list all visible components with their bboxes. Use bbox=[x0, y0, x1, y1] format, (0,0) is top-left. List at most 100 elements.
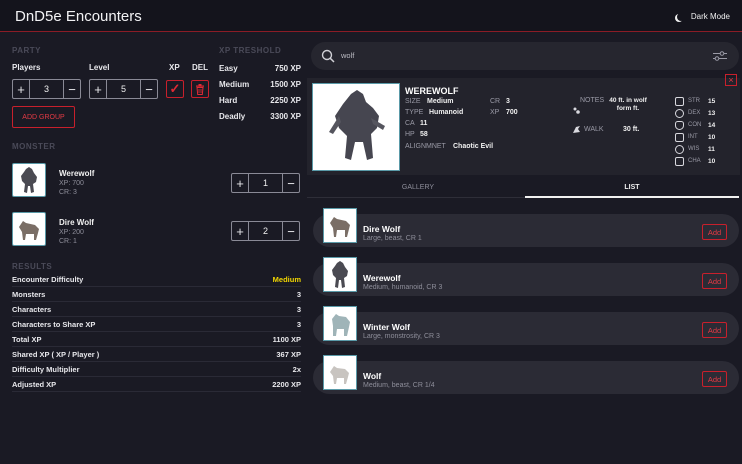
notes-value: 40 ft. in wolf form ft. bbox=[609, 97, 647, 112]
plus-icon[interactable]: + bbox=[13, 80, 29, 98]
add-button[interactable]: Add bbox=[702, 224, 727, 240]
cr-value: 3 bbox=[506, 98, 510, 105]
result-row: Encounter Difficulty Medium bbox=[12, 272, 301, 287]
dark-mode-label: Dark Mode bbox=[690, 12, 730, 21]
intelligence-icon bbox=[675, 133, 684, 142]
monster-detail-card: × WEREWOLF SIZE Medium TYPE Humanoid CA … bbox=[307, 74, 740, 175]
constitution-icon bbox=[675, 121, 684, 130]
werewolf-image bbox=[332, 261, 348, 288]
result-row: Total XP 1100 XP bbox=[12, 332, 301, 347]
walk-value: 30 ft. bbox=[623, 126, 640, 133]
add-button[interactable]: Add bbox=[702, 371, 727, 387]
result-row: Monsters 3 bbox=[12, 287, 301, 302]
tab-list[interactable]: LIST bbox=[525, 184, 739, 191]
stat-label: CON bbox=[688, 122, 702, 128]
xp-threshold-row: Medium 1500 XP bbox=[219, 80, 301, 89]
delete-button[interactable] bbox=[191, 80, 209, 98]
strength-icon bbox=[675, 97, 684, 106]
party-heading: PARTY bbox=[12, 46, 42, 55]
xp-threshold-heading: XP TRESHOLD bbox=[219, 46, 282, 55]
cr-label: CR bbox=[490, 98, 501, 105]
winter-wolf-thumbnail bbox=[323, 306, 357, 341]
plus-icon[interactable]: + bbox=[90, 80, 106, 98]
tab-divider bbox=[307, 197, 525, 198]
list-item[interactable]: Werewolf Medium, humanoid, CR 3 Add bbox=[313, 257, 739, 296]
werewolf-portrait bbox=[312, 83, 400, 171]
difficulty-value: Medium bbox=[272, 274, 301, 284]
count-value[interactable]: 1 bbox=[248, 174, 283, 192]
dark-mode-toggle[interactable]: Dark Mode bbox=[677, 12, 730, 21]
minus-icon[interactable]: − bbox=[64, 80, 80, 98]
plus-icon[interactable]: + bbox=[232, 222, 248, 240]
detail-name: WEREWOLF bbox=[405, 86, 459, 96]
results-heading: RESULTS bbox=[12, 262, 53, 271]
search-input[interactable]: wolf bbox=[341, 51, 354, 60]
footprint-icon bbox=[573, 107, 580, 114]
xp-checkbox[interactable]: ✓ bbox=[166, 80, 184, 98]
charisma-icon bbox=[675, 157, 684, 166]
size-label: SIZE bbox=[405, 98, 421, 105]
minus-icon[interactable]: − bbox=[283, 222, 299, 240]
list-item[interactable]: Winter Wolf Large, monstrosity, CR 3 Add bbox=[313, 306, 739, 345]
monster-cr: CR: 3 bbox=[59, 189, 77, 196]
minus-icon[interactable]: − bbox=[283, 174, 299, 192]
result-row: Difficulty Multiplier 2x bbox=[12, 362, 301, 377]
add-button[interactable]: Add bbox=[702, 273, 727, 289]
monster-xp: XP: 700 bbox=[59, 180, 84, 187]
add-button[interactable]: Add bbox=[702, 322, 727, 338]
winter-wolf-image bbox=[332, 314, 350, 336]
monster-name: Werewolf bbox=[59, 169, 95, 178]
level-value[interactable]: 5 bbox=[106, 80, 141, 98]
xp-threshold-row: Easy 750 XP bbox=[219, 64, 301, 73]
list-item-sub: Large, beast, CR 1 bbox=[363, 235, 422, 242]
hp-value: 58 bbox=[420, 131, 428, 138]
stat-value: 13 bbox=[708, 110, 716, 117]
minus-icon[interactable]: − bbox=[141, 80, 157, 98]
werewolf-thumbnail bbox=[12, 163, 46, 197]
count-value[interactable]: 2 bbox=[248, 222, 283, 240]
alignment-label: ALIGNMNET bbox=[405, 143, 446, 150]
wolf-image bbox=[330, 366, 349, 384]
size-value: Medium bbox=[427, 98, 454, 105]
walk-label: WALK bbox=[584, 126, 604, 133]
list-item-name: Werewolf bbox=[363, 273, 401, 283]
trash-icon bbox=[196, 83, 204, 95]
stat-label: WIS bbox=[688, 146, 700, 152]
stat-label: CHA bbox=[688, 158, 701, 164]
plus-icon[interactable]: + bbox=[232, 174, 248, 192]
dire-wolf-count-stepper[interactable]: + 2 − bbox=[231, 221, 300, 241]
filter-sliders-icon[interactable] bbox=[713, 51, 727, 61]
list-item-name: Dire Wolf bbox=[363, 224, 401, 234]
werewolf-image bbox=[329, 90, 385, 160]
stat-label: STR bbox=[688, 98, 700, 104]
monster-heading: MONSTER bbox=[12, 142, 56, 151]
xp-value: 700 bbox=[506, 109, 518, 116]
ca-value: 11 bbox=[420, 120, 428, 127]
monster-cr: CR: 1 bbox=[59, 238, 77, 245]
players-stepper[interactable]: + 3 − bbox=[12, 79, 81, 99]
xp-label: XP bbox=[490, 109, 500, 116]
add-group-button[interactable]: ADD GROUP bbox=[12, 106, 75, 128]
xp-threshold-row: Hard 2250 XP bbox=[219, 96, 301, 105]
close-icon[interactable]: × bbox=[725, 74, 737, 86]
monster-name: Dire Wolf bbox=[59, 218, 94, 227]
active-tab-indicator bbox=[525, 196, 739, 198]
tab-gallery[interactable]: GALLERY bbox=[307, 184, 529, 191]
list-item-name: Winter Wolf bbox=[363, 322, 410, 332]
alignment-value: Chaotic Evil bbox=[453, 143, 494, 150]
result-row: Characters to Share XP 3 bbox=[12, 317, 301, 332]
stat-value: 15 bbox=[708, 98, 716, 105]
dire-wolf-image bbox=[19, 221, 39, 240]
level-label: Level bbox=[89, 63, 110, 72]
stat-value: 11 bbox=[708, 146, 715, 153]
check-icon: ✓ bbox=[169, 81, 181, 96]
xp-threshold-row: Deadly 3300 XP bbox=[219, 112, 301, 121]
list-item[interactable]: Wolf Medium, beast, CR 1/4 Add bbox=[313, 355, 739, 394]
stat-value: 10 bbox=[708, 134, 716, 141]
list-item[interactable]: Dire Wolf Large, beast, CR 1 Add bbox=[313, 208, 739, 247]
werewolf-count-stepper[interactable]: + 1 − bbox=[231, 173, 300, 193]
search-bar[interactable]: wolf bbox=[311, 42, 739, 70]
players-value[interactable]: 3 bbox=[29, 80, 64, 98]
list-item-sub: Large, monstrosity, CR 3 bbox=[363, 333, 440, 340]
level-stepper[interactable]: + 5 − bbox=[89, 79, 158, 99]
